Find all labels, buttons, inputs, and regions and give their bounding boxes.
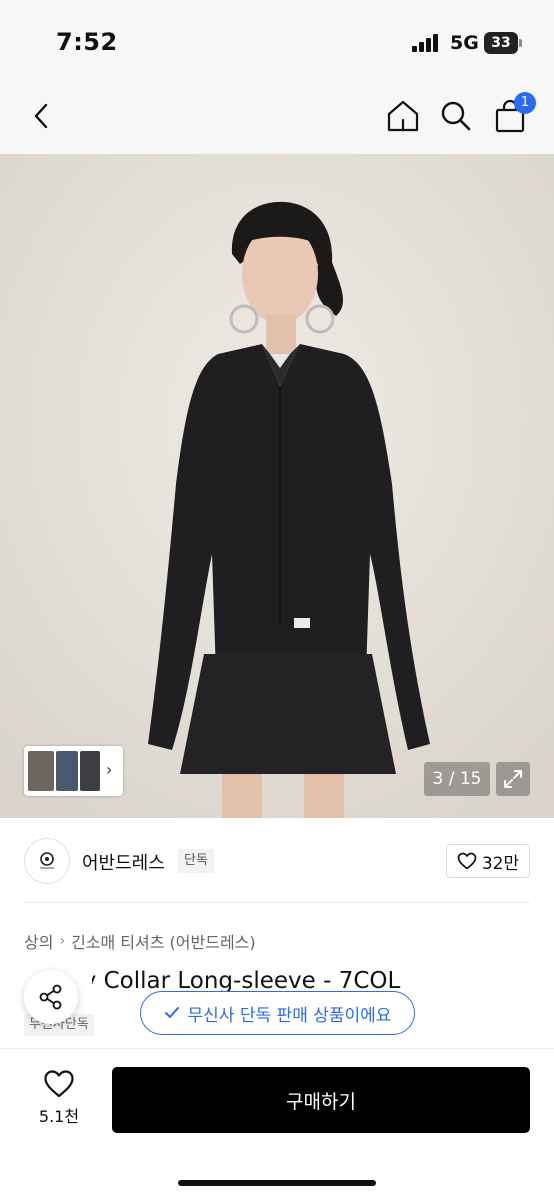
expand-image-button[interactable] — [496, 762, 530, 796]
brand-like-count: 32만 — [481, 853, 520, 874]
back-button[interactable] — [20, 94, 64, 138]
wishlist-button[interactable]: 5.1천 — [30, 1069, 88, 1133]
heart-icon — [457, 852, 477, 870]
brand-name[interactable]: 어반드레스 — [82, 849, 165, 875]
chevron-right-icon: › — [59, 933, 66, 949]
brand-row: 어반드레스 단독 32만 — [0, 818, 554, 904]
share-button[interactable] — [24, 970, 78, 1024]
image-counter: 3 / 15 — [424, 762, 490, 796]
home-button[interactable] — [381, 94, 425, 138]
thumbnail-image[interactable] — [80, 751, 100, 791]
status-bar: 7:52 5G 33 — [0, 0, 554, 84]
breadcrumb: 상의 › 긴소매 티셔츠 (어반드레스) — [24, 929, 256, 953]
thumbnail-image[interactable] — [56, 751, 78, 791]
exclusive-notice-pill: 무신사 단독 판매 상품이에요 — [140, 991, 415, 1035]
home-indicator — [178, 1180, 376, 1186]
network-type: 5G — [450, 32, 479, 54]
divider — [24, 902, 530, 903]
breadcrumb-item[interactable]: 상의 — [24, 929, 53, 953]
exclusive-notice-text: 무신사 단독 판매 상품이에요 — [187, 1005, 392, 1026]
product-photo — [0, 154, 554, 818]
brand-like-button[interactable]: 32만 — [446, 844, 530, 878]
brand-exclusive-tag: 단독 — [178, 849, 214, 873]
signal-strength-icon — [412, 34, 442, 52]
buy-button[interactable]: 구매하기 — [112, 1067, 530, 1133]
nav-bar: 1 — [0, 84, 554, 154]
brand-emblem-icon — [40, 852, 54, 869]
product-image-gallery[interactable]: › 3 / 15 — [0, 154, 554, 818]
check-icon — [164, 1007, 179, 1018]
chevron-right-icon: › — [106, 760, 113, 779]
thumbnail-strip[interactable]: › — [24, 746, 123, 796]
bottom-action-bar: 5.1천 구매하기 — [0, 1048, 554, 1200]
back-chevron-icon — [34, 103, 48, 129]
home-icon — [387, 100, 419, 132]
search-button[interactable] — [434, 94, 478, 138]
battery-icon: 33 — [484, 32, 522, 54]
breadcrumb-item[interactable]: 긴소매 티셔츠 (어반드레스) — [71, 929, 256, 953]
expand-icon — [504, 770, 522, 788]
cart-button[interactable]: 1 — [488, 92, 536, 138]
thumbnail-image[interactable] — [28, 751, 54, 791]
share-icon — [39, 984, 62, 1010]
cart-count-badge: 1 — [514, 92, 536, 114]
heart-icon — [44, 1070, 74, 1098]
battery-level: 33 — [484, 32, 518, 54]
brand-logo[interactable] — [24, 838, 70, 884]
search-icon — [441, 101, 471, 131]
wishlist-count: 5.1천 — [38, 1107, 80, 1126]
status-time: 7:52 — [56, 28, 118, 56]
